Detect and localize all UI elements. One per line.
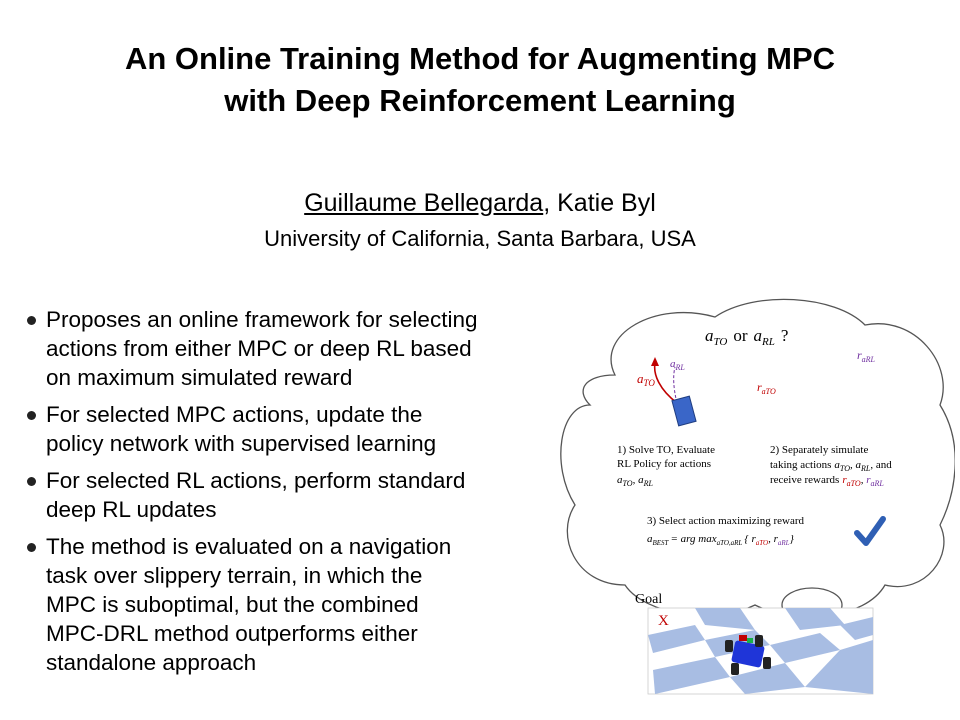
bullet-item: For selected MPC actions, update the pol…: [24, 400, 564, 458]
step-1-line-1: 1) Solve TO, Evaluate: [617, 444, 715, 456]
bullet-line: deep RL updates: [46, 497, 217, 522]
author-primary: Guillaume Bellegarda: [304, 189, 544, 217]
bullet-item: For selected RL actions, perform standar…: [24, 466, 564, 524]
author-separator: ,: [543, 189, 551, 217]
bullet-line: For selected RL actions, perform standar…: [46, 468, 466, 493]
bullet-dot-icon: [27, 477, 36, 486]
author-list: Guillaume Bellegarda, Katie Byl: [0, 187, 960, 219]
title-line-1: An Online Training Method for Augmenting…: [124, 41, 836, 76]
bullet-item: The method is evaluated on a navigation …: [24, 532, 564, 677]
bullet-line: MPC-DRL method outperforms either: [46, 621, 418, 646]
bullet-line: For selected MPC actions, update the: [46, 402, 423, 427]
bullet-dot-icon: [27, 543, 36, 552]
step-2-line-1: 2) Separately simulate: [770, 444, 868, 456]
bullet-line: on maximum simulated reward: [46, 365, 353, 390]
goal-label: Goal: [635, 592, 662, 607]
step-1-line-2: RL Policy for actions: [617, 458, 711, 470]
method-diagram: aTO or aRL? aRL aTO raTO raRL 1) Solve TO,…: [560, 298, 955, 695]
author-secondary: Katie Byl: [557, 189, 656, 217]
step-2-line-2: taking actions aTO, aRL, and: [770, 459, 892, 473]
bullet-dot-icon: [27, 411, 36, 420]
bullet-line: task over slippery terrain, in which the: [46, 563, 423, 588]
bullet-line: The method is evaluated on a navigation: [46, 534, 452, 559]
simulation-scene: X: [647, 607, 874, 695]
bullet-line: Proposes an online framework for selecti…: [46, 307, 478, 332]
bullet-line: policy network with supervised learning: [46, 431, 437, 456]
title-line-2: with Deep Reinforcement Learning: [224, 83, 736, 118]
step-2-line-3: receive rewards raTO, raRL: [770, 474, 884, 488]
paper-title: An Online Training Method for Augmenting…: [0, 38, 960, 122]
affiliation: University of California, Santa Barbara,…: [264, 226, 696, 251]
bullet-item: Proposes an online framework for selecti…: [24, 305, 564, 392]
bullet-line: MPC is suboptimal, but the combined: [46, 592, 419, 617]
bullet-list: Proposes an online framework for selecti…: [24, 305, 564, 685]
bullet-line: standalone approach: [46, 650, 257, 675]
bullet-line: actions from either MPC or deep RL based: [46, 336, 472, 361]
step-3-line-1: 3) Select action maximizing reward: [647, 515, 804, 527]
bullet-dot-icon: [27, 316, 36, 325]
goal-marker: X: [658, 613, 669, 629]
